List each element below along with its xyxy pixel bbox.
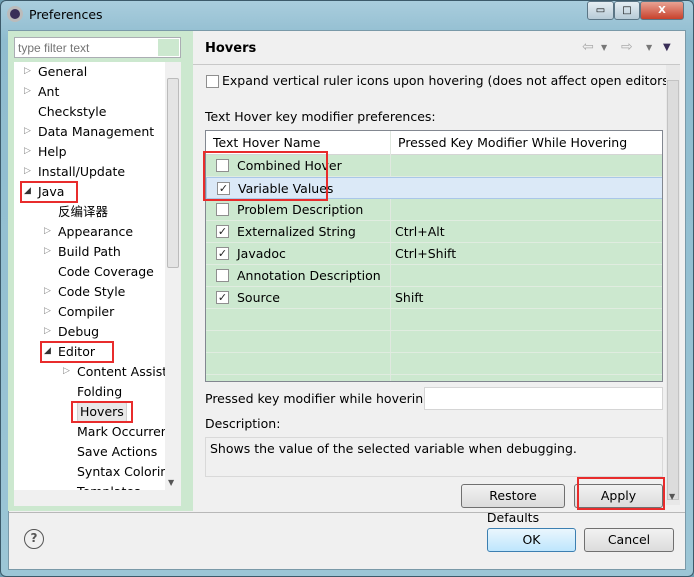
- collapsed-triangle-icon[interactable]: ▷: [44, 326, 51, 336]
- table-row: [206, 331, 662, 353]
- hover-name-cell: Problem Description: [237, 202, 364, 217]
- modifier-label: Pressed key modifier while hovering:: [205, 391, 436, 406]
- filter-input[interactable]: [14, 37, 181, 58]
- collapsed-triangle-icon[interactable]: ▷: [63, 366, 70, 376]
- ok-button[interactable]: OK: [487, 528, 576, 552]
- scroll-down-icon[interactable]: ▼: [168, 478, 174, 487]
- minimize-icon: ▭: [595, 5, 606, 16]
- tree-item[interactable]: Build Path: [58, 242, 121, 262]
- tree-item[interactable]: Code Coverage: [58, 262, 154, 282]
- modifier-cell[interactable]: Shift: [395, 287, 423, 309]
- hover-enabled-checkbox[interactable]: [216, 203, 229, 216]
- table-row[interactable]: ✓ Javadoc Ctrl+Shift: [206, 243, 662, 265]
- tree-item[interactable]: Install/Update: [38, 162, 125, 182]
- minimize-button[interactable]: ▭: [587, 1, 614, 20]
- column-header-modifier[interactable]: Pressed Key Modifier While Hovering: [390, 131, 662, 155]
- hover-enabled-checkbox[interactable]: ✓: [216, 247, 229, 260]
- tree-item[interactable]: Help: [38, 142, 67, 162]
- collapsed-triangle-icon[interactable]: ▷: [44, 226, 51, 236]
- forward-arrow-icon[interactable]: ⇨: [621, 39, 633, 55]
- hover-enabled-checkbox[interactable]: ✓: [216, 291, 229, 304]
- highlight-box-hovers-rows: [203, 151, 328, 201]
- window-title: Preferences: [29, 7, 103, 22]
- cancel-button[interactable]: Cancel: [584, 528, 674, 552]
- tree-item[interactable]: General: [38, 62, 87, 82]
- maximize-button[interactable]: □: [614, 1, 640, 20]
- maximize-icon: □: [622, 5, 632, 16]
- table-row[interactable]: ✓ Source Shift: [206, 287, 662, 309]
- highlight-box-apply: [577, 477, 665, 510]
- tree-item[interactable]: Checkstyle: [38, 102, 106, 122]
- tree-scroll-thumb[interactable]: [167, 78, 179, 268]
- help-icon: ?: [30, 531, 38, 545]
- preference-tree: ▷ General ▷ Ant Checkstyle ▷ Data Management ▷ H…: [14, 62, 165, 490]
- table-row[interactable]: Annotation Description: [206, 265, 662, 287]
- tree-item[interactable]: Ant: [38, 82, 59, 102]
- collapsed-triangle-icon[interactable]: ▷: [24, 146, 31, 156]
- expand-ruler-label: Expand vertical ruler icons upon hoverin…: [222, 73, 674, 88]
- collapsed-triangle-icon[interactable]: ▷: [24, 66, 31, 76]
- tree-item[interactable]: 反编译器: [58, 202, 108, 222]
- tree-item[interactable]: Templates: [77, 482, 141, 490]
- collapsed-triangle-icon[interactable]: ▷: [24, 126, 31, 136]
- table-row: [206, 353, 662, 375]
- restore-defaults-button[interactable]: Restore Defaults: [461, 484, 565, 525]
- table-row[interactable]: Problem Description: [206, 199, 662, 221]
- expand-ruler-checkbox[interactable]: [206, 75, 219, 88]
- hover-enabled-checkbox[interactable]: [216, 269, 229, 282]
- page-scroll-thumb[interactable]: [667, 80, 679, 500]
- eclipse-app-icon: [7, 6, 23, 22]
- tree-item[interactable]: Content Assist: [77, 362, 165, 382]
- modifier-cell[interactable]: Ctrl+Alt: [395, 221, 445, 243]
- collapsed-triangle-icon[interactable]: ▷: [44, 306, 51, 316]
- collapsed-triangle-icon[interactable]: ▷: [44, 286, 51, 296]
- collapsed-triangle-icon[interactable]: ▷: [24, 166, 31, 176]
- tree-item[interactable]: Data Management: [38, 122, 154, 142]
- collapsed-triangle-icon[interactable]: ▷: [44, 246, 51, 256]
- tree-item[interactable]: Compiler: [58, 302, 114, 322]
- close-button[interactable]: X: [640, 1, 684, 20]
- tree-horizontal-scrollbar[interactable]: [14, 490, 181, 506]
- tree-item[interactable]: Save Actions: [77, 442, 157, 462]
- page-scroll-down-icon[interactable]: ▼: [669, 492, 675, 501]
- highlight-box-editor: [40, 341, 114, 363]
- hover-name-cell: Javadoc: [237, 246, 286, 261]
- header-separator: [193, 64, 680, 65]
- clear-filter-button[interactable]: [158, 39, 179, 56]
- page-title: Hovers: [205, 41, 257, 56]
- close-icon: X: [658, 5, 666, 16]
- description-label: Description:: [205, 416, 281, 431]
- highlight-box-java: [20, 181, 78, 203]
- highlight-box-hovers: [71, 401, 133, 423]
- tree-item[interactable]: Appearance: [58, 222, 133, 242]
- modifier-input[interactable]: [424, 387, 663, 410]
- tree-item[interactable]: Debug: [58, 322, 99, 342]
- section-label: Text Hover key modifier preferences:: [205, 109, 436, 124]
- tree-item[interactable]: Syntax Coloring: [77, 462, 165, 482]
- footer-separator: [9, 512, 685, 513]
- hover-name-cell: Source: [237, 290, 280, 305]
- description-text: Shows the value of the selected variable…: [205, 437, 663, 477]
- table-row: [206, 309, 662, 331]
- view-menu-icon[interactable]: ▼: [663, 42, 671, 53]
- help-button[interactable]: ?: [24, 529, 44, 549]
- hover-name-cell: Annotation Description: [237, 268, 381, 283]
- hover-name-cell: Externalized String: [237, 224, 356, 239]
- tree-item[interactable]: Mark Occurrences: [77, 422, 165, 442]
- collapsed-triangle-icon[interactable]: ▷: [24, 86, 31, 96]
- tree-item[interactable]: Folding: [77, 382, 122, 402]
- modifier-cell[interactable]: Ctrl+Shift: [395, 243, 456, 265]
- table-row[interactable]: ✓ Externalized String Ctrl+Alt: [206, 221, 662, 243]
- back-arrow-icon[interactable]: ⇦: [582, 39, 594, 55]
- forward-dropdown-icon[interactable]: ▼: [646, 43, 652, 52]
- hover-enabled-checkbox[interactable]: ✓: [216, 225, 229, 238]
- tree-item[interactable]: Code Style: [58, 282, 125, 302]
- back-dropdown-icon[interactable]: ▼: [601, 43, 607, 52]
